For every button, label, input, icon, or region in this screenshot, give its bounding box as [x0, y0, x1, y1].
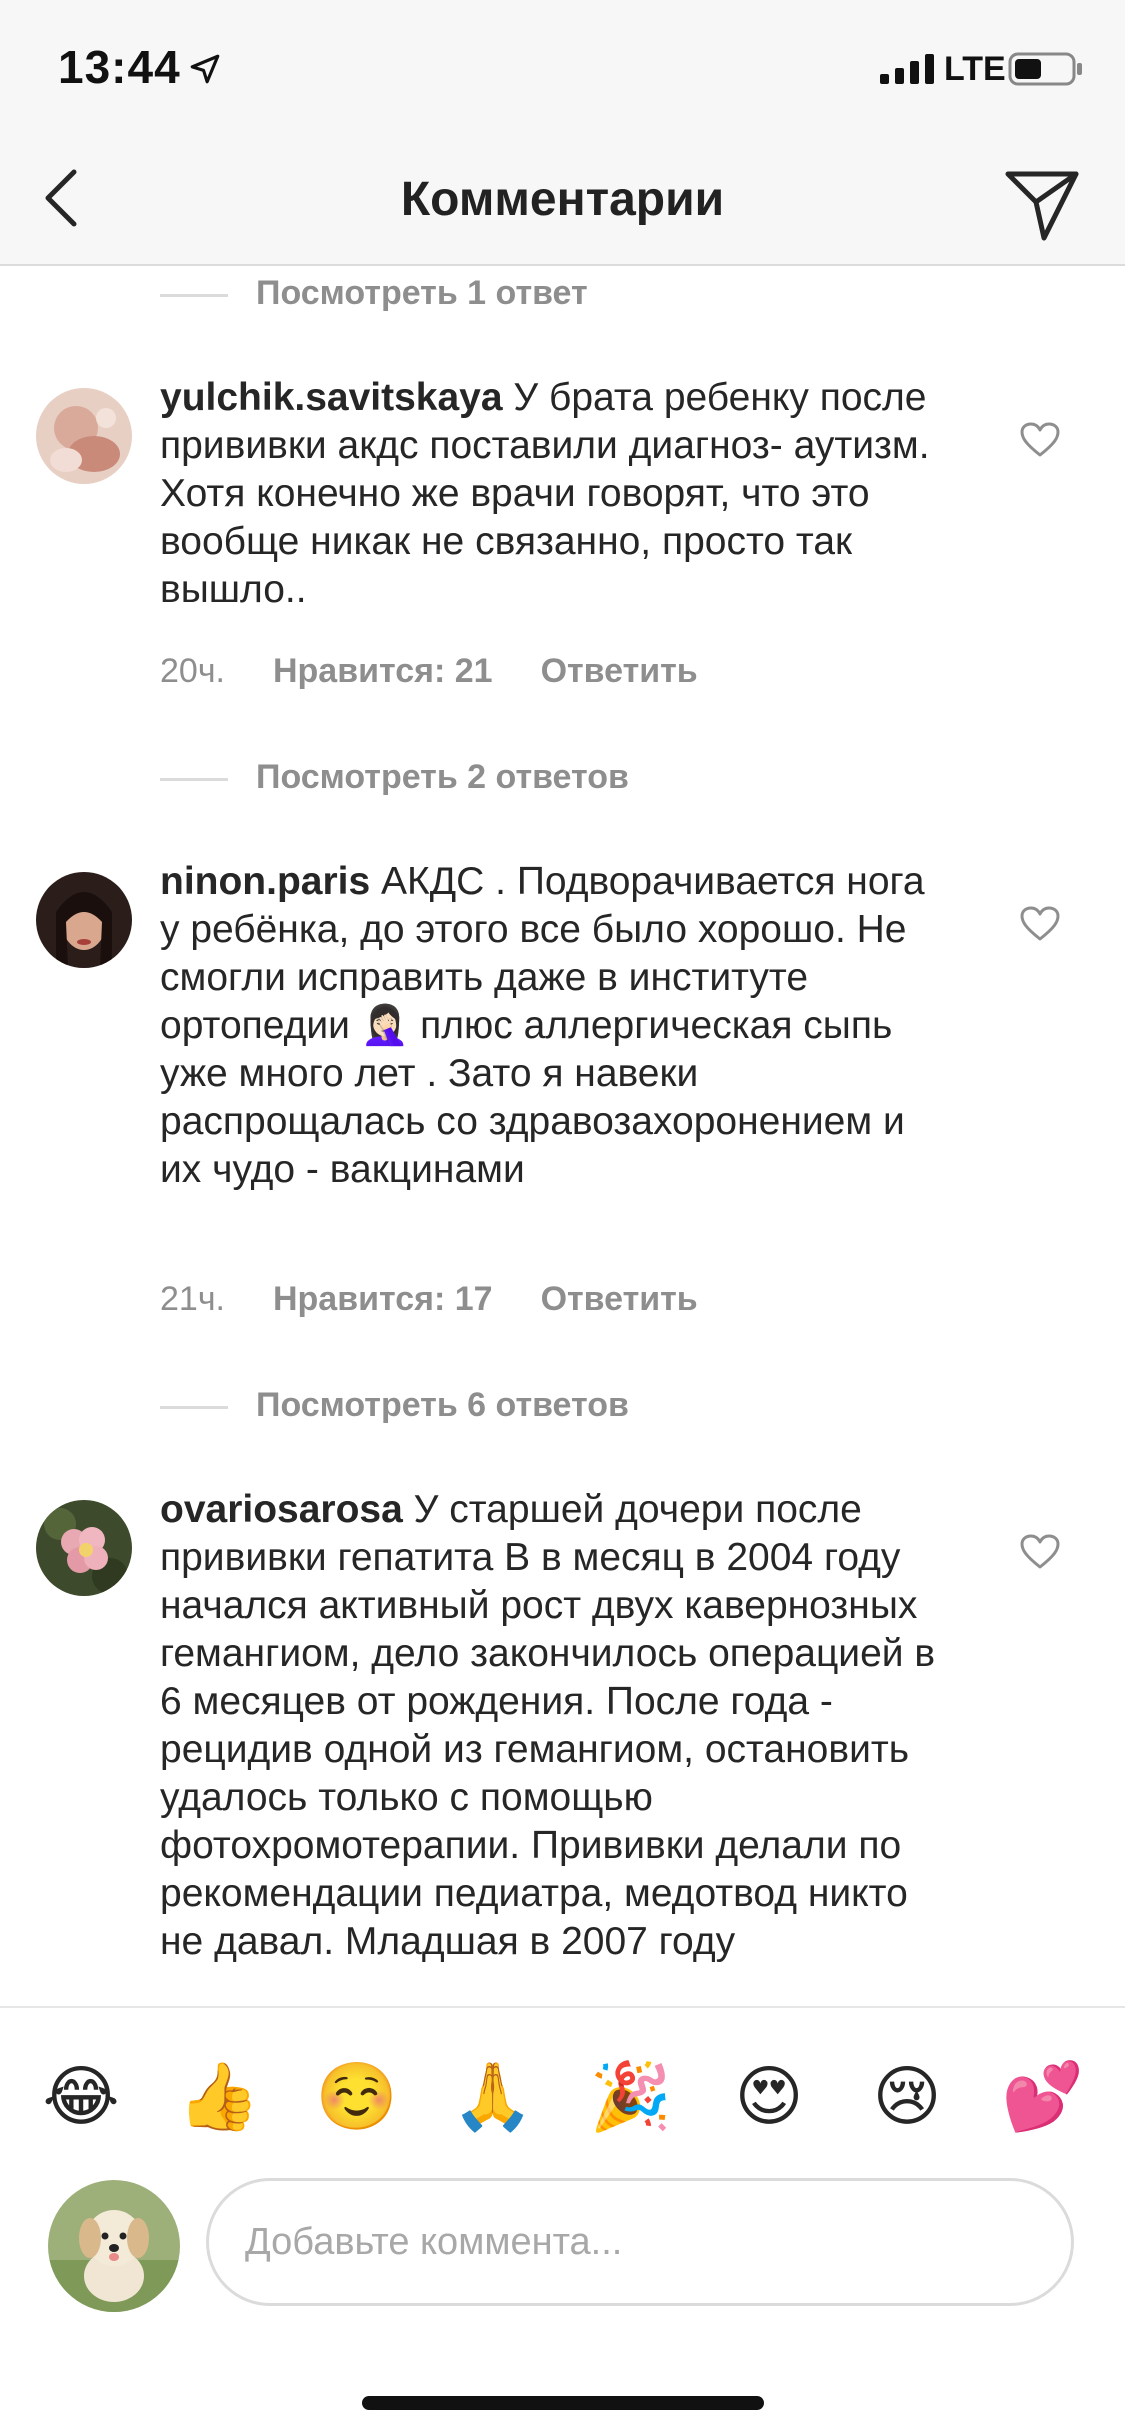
comment-meta: 21ч. Нравится: 17 Ответить [160, 1280, 698, 1319]
divider-line [160, 1406, 228, 1409]
reply-button[interactable]: Ответить [541, 1280, 698, 1319]
location-arrow-icon [190, 54, 220, 84]
page-title: Комментарии [400, 173, 725, 226]
comment-input[interactable] [206, 2178, 1074, 2306]
avatar[interactable] [36, 872, 132, 968]
emoji-tears-of-joy-icon[interactable]: 😂 [36, 2056, 126, 2136]
comment-likes[interactable]: Нравится: 17 [273, 1280, 493, 1319]
like-heart-icon[interactable] [1020, 1534, 1060, 1570]
comment-body: У старшей дочери после прививки гепатита… [160, 1488, 936, 1963]
comments-list[interactable]: Посмотреть 1 ответ yulchik.savitskaya У … [0, 266, 1125, 2006]
emoji-folded-hands-icon[interactable]: 🙏 [448, 2056, 538, 2136]
emoji-quick-bar: 😂 👍 ☺️ 🙏 🎉 😍 😢 💕 [0, 2006, 1125, 2178]
status-bar: 13:44 LTE [0, 0, 1125, 132]
home-indicator[interactable] [362, 2396, 764, 2410]
emoji-two-hearts-icon[interactable]: 💕 [998, 2056, 1088, 2136]
comment-time: 20ч. [160, 652, 225, 690]
network-type: LTE [944, 50, 1006, 88]
avatar[interactable] [36, 388, 132, 484]
status-time: 13:44 [58, 41, 181, 93]
reply-button[interactable]: Ответить [541, 652, 698, 691]
like-heart-icon[interactable] [1020, 906, 1060, 942]
comment-meta: 20ч. Нравится: 21 Ответить [160, 652, 698, 691]
view-replies-link[interactable]: Посмотреть 2 ответов [256, 758, 629, 797]
divider-line [160, 778, 228, 781]
emoji-heart-eyes-icon[interactable]: 😍 [724, 2056, 814, 2136]
puppy-avatar-icon [48, 2180, 180, 2312]
comment-text: yulchik.savitskaya У брата ребенку после… [160, 374, 950, 614]
emoji-party-popper-icon[interactable]: 🎉 [586, 2056, 676, 2136]
avatar-photo-icon [36, 1500, 132, 1596]
like-heart-icon[interactable] [1020, 422, 1060, 458]
avatar-photo-icon [36, 388, 132, 484]
divider-line [160, 294, 228, 297]
comment-text: ninon.paris АКДС . Подворачивается нога … [160, 858, 950, 1194]
comment-time: 21ч. [160, 1280, 225, 1318]
current-user-avatar [48, 2180, 180, 2312]
navigation-bar: Комментарии [0, 132, 1125, 266]
battery-icon [1008, 52, 1082, 86]
cellular-signal-icon [880, 54, 934, 84]
avatar-photo-icon [36, 872, 132, 968]
avatar[interactable] [36, 1500, 132, 1596]
emoji-smiling-icon[interactable]: ☺️ [312, 2056, 402, 2136]
comment-likes[interactable]: Нравится: 21 [273, 652, 493, 691]
send-direct-icon[interactable] [1000, 162, 1084, 246]
comment-username[interactable]: ninon.paris [160, 860, 370, 903]
comment-composer [0, 2176, 1125, 2336]
comments-screen: 13:44 LTE Комментарии Посмотреть 1 ответ… [0, 0, 1125, 2436]
facepalm-emoji-icon: 🤦🏻‍♀️ [360, 1004, 410, 1047]
comment-username[interactable]: yulchik.savitskaya [160, 376, 503, 419]
view-replies-link[interactable]: Посмотреть 6 ответов [256, 1386, 629, 1425]
emoji-crying-icon[interactable]: 😢 [862, 2056, 952, 2136]
comment-text: ovariosarosa У старшей дочери после прив… [160, 1486, 950, 1966]
emoji-thumbs-up-icon[interactable]: 👍 [174, 2056, 264, 2136]
comment-username[interactable]: ovariosarosa [160, 1488, 403, 1531]
view-replies-link[interactable]: Посмотреть 1 ответ [256, 274, 588, 313]
